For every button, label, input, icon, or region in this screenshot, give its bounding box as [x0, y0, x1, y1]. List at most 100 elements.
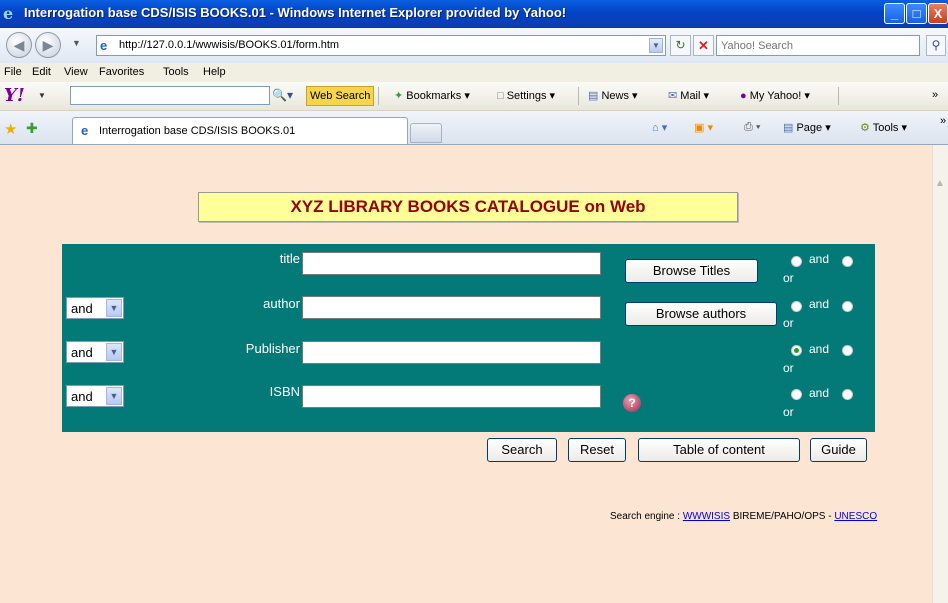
table-of-content-button[interactable]: Table of content [638, 438, 800, 462]
tab-row: ★ ✚ e Interrogation base CDS/ISIS BOOKS.… [0, 111, 948, 145]
address-dropdown-icon[interactable]: ▼ [649, 38, 663, 53]
print-icon[interactable]: ⎙ ▾ [744, 121, 760, 134]
isbn-operator-select[interactable]: and ▼ [66, 385, 124, 407]
mail-button[interactable]: ✉ Mail ▾ [668, 89, 709, 102]
address-row: ◀ ▶ ▼ e http://127.0.0.1/wwwisis/BOOKS.0… [0, 28, 948, 63]
publisher-label: Publisher [245, 341, 300, 356]
browse-authors-button[interactable]: Browse authors [625, 302, 777, 326]
home-icon[interactable]: ⌂ ▾ [652, 121, 667, 134]
guide-button[interactable]: Guide [810, 438, 867, 462]
or-label: or [783, 405, 794, 419]
tab-label: Interrogation base CDS/ISIS BOOKS.01 [99, 125, 296, 137]
menu-help[interactable]: Help [203, 66, 226, 78]
publisher-and-radio[interactable] [791, 345, 802, 356]
tab-toolbar-overflow[interactable]: » [940, 115, 946, 127]
author-operator-select[interactable]: and ▼ [66, 297, 124, 319]
title-and-radio[interactable] [791, 256, 802, 267]
url-text[interactable]: http://127.0.0.1/wwwisis/BOOKS.01/form.h… [119, 39, 339, 51]
search-button[interactable]: Search [487, 438, 557, 462]
author-input[interactable] [302, 296, 601, 319]
browse-titles-button[interactable]: Browse Titles [625, 259, 758, 283]
publisher-input[interactable] [302, 341, 601, 364]
yahoo-menu-dropdown-icon[interactable]: ▼ [38, 91, 46, 100]
author-or-radio[interactable] [842, 301, 853, 312]
isbn-or-radio[interactable] [842, 389, 853, 400]
favorites-star-icon[interactable]: ★ [4, 120, 17, 138]
chevron-down-icon[interactable]: ▼ [106, 343, 122, 361]
news-button[interactable]: ▤ News ▾ [588, 89, 638, 102]
page-menu-button[interactable]: ▤ Page ▾ [783, 121, 831, 134]
yahoo-logo[interactable]: Y! [4, 85, 25, 106]
news-icon: ▤ [588, 90, 599, 102]
author-and-radio[interactable] [791, 301, 802, 312]
back-button[interactable]: ◀ [6, 32, 32, 58]
isbn-and-radio[interactable] [791, 389, 802, 400]
my-yahoo-button[interactable]: ● My Yahoo! ▾ [740, 89, 810, 102]
author-operator-value: and [71, 301, 93, 316]
address-bar[interactable]: e http://127.0.0.1/wwwisis/BOOKS.01/form… [96, 35, 666, 56]
mail-icon: ✉ [668, 90, 678, 102]
page-menu-label: Page ▾ [796, 122, 831, 134]
menu-edit[interactable]: Edit [32, 66, 51, 78]
chevron-down-icon[interactable]: ▼ [106, 387, 122, 405]
bookmarks-button[interactable]: ✦ Bookmarks ▾ [394, 89, 470, 102]
yahoo-toolbar: Y! ▼ 🔍▾ Web Search ✦ Bookmarks ▾ □ Setti… [0, 82, 948, 111]
forward-button[interactable]: ▶ [35, 32, 61, 58]
web-search-button[interactable]: Web Search [306, 86, 375, 106]
stop-button[interactable]: ✕ [693, 35, 714, 56]
unesco-link[interactable]: UNESCO [834, 511, 877, 522]
toolbar-divider [578, 87, 579, 105]
ie-page-icon: e [81, 123, 89, 138]
feeds-icon[interactable]: ▣ ▾ [694, 121, 713, 134]
minimize-button[interactable]: _ [884, 3, 905, 24]
title-input[interactable] [302, 252, 601, 275]
tools-menu-button[interactable]: ⚙ Tools ▾ [860, 121, 907, 134]
title-or-radio[interactable] [842, 256, 853, 267]
tools-menu-label: Tools ▾ [872, 122, 907, 134]
add-favorites-icon[interactable]: ✚ [26, 120, 38, 137]
news-label: News ▾ [601, 90, 638, 102]
menu-file[interactable]: File [4, 66, 22, 78]
scroll-up-icon[interactable]: ▲ [935, 178, 945, 189]
search-input[interactable] [716, 35, 920, 56]
title-label: title [279, 251, 300, 266]
my-yahoo-label: My Yahoo! ▾ [749, 90, 810, 102]
publisher-or-radio[interactable] [842, 345, 853, 356]
toolbar-overflow-button[interactable]: » [932, 89, 938, 101]
footer-middle: BIREME/PAHO/OPS - [730, 511, 835, 522]
page-content: XYZ LIBRARY BOOKS CATALOGUE on Web title… [0, 145, 932, 603]
publisher-operator-select[interactable]: and ▼ [66, 341, 124, 363]
mail-label: Mail ▾ [680, 90, 710, 102]
menu-favorites[interactable]: Favorites [99, 66, 144, 78]
magnifier-icon[interactable]: 🔍▾ [272, 88, 293, 102]
toolbar-divider [838, 87, 839, 105]
and-label: and [809, 252, 830, 266]
isbn-label: ISBN [269, 384, 300, 399]
publisher-operator-value: and [71, 345, 93, 360]
menu-view[interactable]: View [64, 66, 88, 78]
browser-window: e Interrogation base CDS/ISIS BOOKS.01 -… [0, 0, 948, 603]
new-tab-button[interactable] [410, 123, 442, 143]
help-icon[interactable]: ? [623, 394, 641, 412]
or-label: or [783, 316, 794, 330]
close-button[interactable]: X [928, 3, 948, 24]
settings-button[interactable]: □ Settings ▾ [497, 89, 555, 102]
tab-interrogation-base[interactable]: e Interrogation base CDS/ISIS BOOKS.01 [72, 117, 408, 144]
yahoo-search-input[interactable] [70, 86, 270, 105]
menu-tools[interactable]: Tools [163, 66, 189, 78]
vertical-scrollbar[interactable]: ▲ [932, 145, 948, 603]
author-label: author [263, 296, 300, 311]
ie-page-icon: e [100, 38, 108, 53]
chevron-down-icon[interactable]: ▼ [106, 299, 122, 317]
menu-bar: File Edit View Favorites Tools Help [0, 63, 948, 83]
reset-button[interactable]: Reset [568, 438, 626, 462]
settings-label: Settings ▾ [506, 90, 556, 102]
refresh-button[interactable]: ↻ [670, 35, 691, 56]
recent-pages-dropdown[interactable]: ▼ [72, 38, 81, 48]
maximize-button[interactable]: □ [906, 3, 927, 24]
wwwisis-link[interactable]: WWWISIS [683, 511, 730, 522]
search-box[interactable] [716, 35, 920, 56]
isbn-input[interactable] [302, 385, 601, 408]
search-icon[interactable]: ⚲ [926, 35, 946, 56]
bookmarks-icon: ✦ [394, 90, 404, 102]
